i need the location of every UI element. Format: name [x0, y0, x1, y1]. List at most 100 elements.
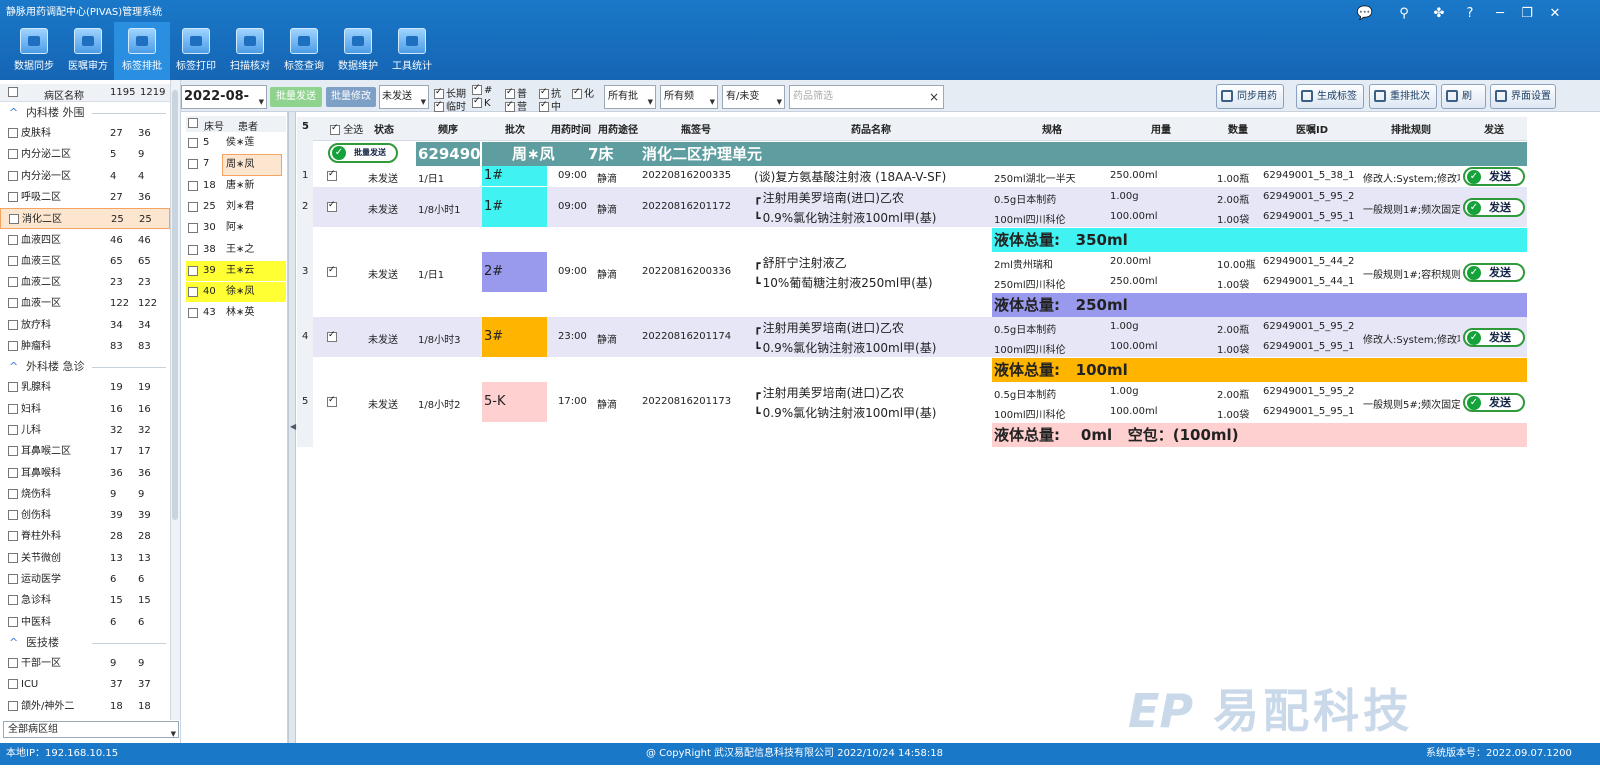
checkbox-hash[interactable]: # — [472, 83, 492, 96]
ward-group-select[interactable]: 全部病区组 — [3, 721, 179, 742]
ward-row[interactable]: 烧伤科 9 9 — [0, 484, 170, 505]
clear-icon[interactable]: × — [929, 86, 939, 108]
ward-checkbox[interactable] — [8, 382, 18, 393]
patient-checkbox[interactable] — [188, 244, 198, 255]
checkbox-zhong[interactable]: 中 — [539, 98, 561, 113]
toolbar-scan-button[interactable]: 扫描核对 — [222, 22, 278, 80]
patient-checkbox[interactable] — [188, 138, 198, 148]
ward-row[interactable]: 皮肤科 27 36 — [0, 123, 170, 144]
ward-row[interactable]: 放疗科 34 34 — [0, 315, 170, 336]
chat-icon[interactable]: 💬 — [1355, 4, 1375, 24]
drug-search-input[interactable]: 药品筛选 × — [789, 85, 944, 109]
ward-row[interactable]: 创伤科 39 39 — [0, 505, 170, 526]
row-batch[interactable]: 1# — [482, 166, 547, 186]
select-all-checkbox[interactable]: 全选 — [330, 121, 363, 136]
change-filter-select[interactable]: 有/未变 — [722, 85, 785, 113]
patient-checkbox[interactable] — [188, 159, 198, 170]
patient-row[interactable]: 7 周∗凤 — [186, 154, 286, 177]
ward-row[interactable]: 脊柱外科 28 28 — [0, 526, 170, 547]
ward-row[interactable]: 干部一区 9 9 — [0, 653, 170, 674]
ward-row[interactable]: 关节微创 13 13 — [0, 548, 170, 569]
ward-row[interactable]: 肿瘤科 83 83 — [0, 336, 170, 357]
ward-checkbox[interactable] — [8, 574, 18, 584]
ward-group-header[interactable]: ^ 医技楼 — [0, 633, 170, 653]
restore-icon[interactable]: ❐ — [1517, 4, 1537, 24]
patient-row[interactable]: 43 林∗英 — [186, 303, 286, 323]
batch-send-button[interactable]: 批量发送 — [270, 87, 322, 107]
send-button[interactable]: 发送 — [1463, 167, 1525, 186]
ward-row[interactable]: 消化二区 25 25 — [0, 208, 170, 230]
ward-row[interactable]: ICU 37 37 — [0, 674, 170, 695]
ward-row[interactable]: 血液四区 46 46 — [0, 230, 170, 251]
ward-checkbox[interactable] — [8, 657, 18, 668]
ward-row[interactable]: 呼吸二区 27 36 — [0, 187, 170, 208]
send-button[interactable]: 发送 — [1463, 328, 1525, 347]
sync-drugs-button[interactable]: 同步用药 — [1216, 84, 1284, 109]
checkbox-hua[interactable]: 化 — [572, 85, 594, 100]
batch-filter-select[interactable]: 所有批 — [604, 85, 656, 113]
ward-checkbox[interactable] — [8, 531, 18, 542]
help-icon[interactable]: ? — [1460, 4, 1480, 24]
minimize-icon[interactable]: ─ — [1490, 4, 1510, 24]
ward-row[interactable]: 颌外/神外二 18 18 — [0, 696, 170, 717]
close-icon[interactable]: ✕ — [1545, 4, 1565, 24]
row-checkbox[interactable] — [327, 169, 337, 181]
toolbar-sync-button[interactable]: 数据同步 — [6, 22, 62, 80]
patient-row[interactable]: 18 唐∗新 — [186, 176, 286, 196]
patient-checkbox[interactable] — [188, 287, 198, 298]
chevron-up-icon[interactable]: ^ — [9, 103, 18, 123]
search-icon[interactable]: ⚲ — [1394, 4, 1414, 24]
ward-checkbox[interactable] — [8, 488, 18, 499]
ward-checkbox[interactable] — [8, 467, 18, 478]
ward-checkbox[interactable] — [8, 255, 18, 266]
ward-row[interactable]: 运动医学 6 6 — [0, 569, 170, 590]
patient-checkbox[interactable] — [188, 180, 198, 191]
ward-checkbox[interactable] — [8, 446, 18, 457]
toolbar-print-button[interactable]: 标签打印 — [168, 22, 224, 80]
checkbox-k[interactable]: K — [472, 96, 491, 109]
ward-checkbox[interactable] — [9, 214, 19, 225]
ward-checkbox[interactable] — [8, 679, 18, 690]
patient-checkbox[interactable] — [188, 223, 198, 234]
patient-checkbox[interactable] — [188, 201, 198, 212]
ward-row[interactable]: 中医科 6 6 — [0, 612, 170, 633]
ward-scroll-thumb[interactable] — [172, 90, 178, 520]
patient-row[interactable]: 30 阿∗ — [186, 218, 286, 238]
toolbar-audit-button[interactable]: 医嘱审方 — [60, 22, 116, 80]
ward-checkbox[interactable] — [8, 700, 18, 711]
date-picker[interactable]: 2022-08-16 — [181, 85, 267, 126]
ward-row[interactable]: 儿科 32 32 — [0, 420, 170, 441]
patient-row[interactable]: 5 侯∗莲 — [186, 133, 286, 153]
row-batch[interactable]: 1# — [482, 187, 547, 227]
ward-row[interactable]: 耳鼻喉科 36 36 — [0, 463, 170, 484]
chevron-up-icon[interactable]: ^ — [9, 357, 18, 377]
ward-row[interactable]: 血液三区 65 65 — [0, 251, 170, 272]
batch-send-pill-button[interactable]: 批量发送 — [328, 143, 398, 163]
row-batch[interactable]: 3# — [482, 317, 547, 357]
rebatch-button[interactable]: 重排批次 — [1369, 84, 1437, 109]
patient-checkbox[interactable] — [188, 308, 198, 319]
batch-edit-button[interactable]: 批量修改 — [326, 87, 376, 107]
patient-row[interactable]: 25 刘∗君 — [186, 197, 286, 217]
ward-checkbox[interactable] — [8, 616, 18, 627]
refresh-button[interactable]: 刷新 — [1441, 84, 1486, 125]
ward-checkbox[interactable] — [8, 510, 18, 521]
collapse-arrow-icon[interactable]: ◀ — [290, 422, 296, 431]
ward-checkbox[interactable] — [8, 170, 18, 181]
ward-checkbox[interactable] — [8, 277, 18, 288]
frequency-filter-select[interactable]: 所有频 — [660, 85, 718, 113]
send-button[interactable]: 发送 — [1463, 263, 1525, 282]
row-batch[interactable]: 2# — [482, 252, 547, 292]
ward-select-all-checkbox[interactable] — [8, 87, 18, 97]
ward-row[interactable]: 耳鼻喉二区 17 17 — [0, 441, 170, 462]
ward-row[interactable]: 乳腺科 19 19 — [0, 377, 170, 398]
toolbar-stats-button[interactable]: 工具统计 — [384, 22, 440, 80]
ward-checkbox[interactable] — [8, 149, 18, 160]
interface-settings-button[interactable]: 界面设置 — [1490, 84, 1556, 109]
generate-labels-button[interactable]: 生成标签 — [1296, 84, 1364, 109]
row-checkbox[interactable] — [327, 265, 337, 277]
toolbar-query-button[interactable]: 标签查询 — [276, 22, 332, 80]
ward-checkbox[interactable] — [8, 341, 18, 351]
patient-select-all-checkbox[interactable] — [188, 118, 198, 128]
skin-icon[interactable]: ✤ — [1429, 4, 1449, 24]
